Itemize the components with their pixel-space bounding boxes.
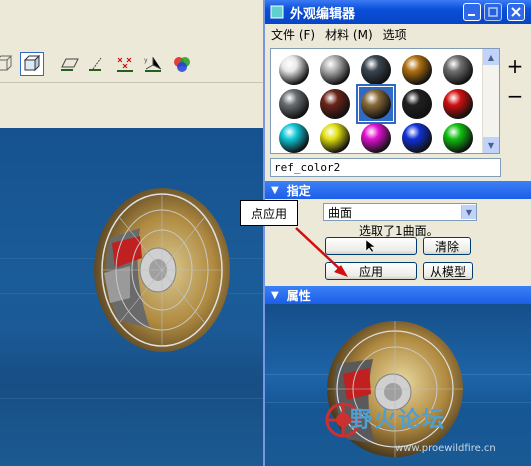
cad-window: y [0,0,263,466]
material-swatch[interactable] [441,87,475,121]
assign-section-header[interactable]: ▼ 指定 [265,181,531,199]
select-arrow-button[interactable] [325,237,417,255]
datum-axis-icon[interactable] [86,52,110,76]
material-swatch[interactable] [400,121,434,155]
material-swatch[interactable] [277,53,311,87]
clear-button[interactable]: 清除 [423,237,471,255]
from-model-button[interactable]: 从模型 [423,262,473,280]
collapse-triangle-icon: ▼ [271,184,279,196]
cursor-arrow-icon [365,239,376,253]
coordinate-system-icon[interactable]: y [142,52,166,76]
material-swatch[interactable] [400,87,434,121]
remove-material-button[interactable]: − [505,84,525,108]
surface-type-select[interactable]: 曲面 ▼ [323,203,477,221]
color-appearance-icon[interactable] [170,52,194,76]
view-toolbar: y [0,48,263,83]
graphics-viewport[interactable] [0,128,263,466]
chevron-down-icon[interactable]: ▼ [461,205,476,219]
shaded-box-icon[interactable] [20,52,44,76]
watermark-url: www.proewildfire.cn [395,443,496,454]
surface-type-value: 曲面 [328,205,353,220]
callout-text: 点应用 [250,206,287,221]
appearance-editor-window: 外观编辑器 文件 (F) 材料 (M) 选项 ▲ ▼ + − ref_color… [263,0,531,466]
material-name-field[interactable]: ref_color2 [270,158,501,177]
wireframe-box-icon[interactable] [0,52,16,76]
material-swatch[interactable] [441,121,475,155]
apply-button[interactable]: 应用 [325,262,417,280]
svg-text:y: y [144,57,148,64]
scroll-down-icon[interactable]: ▼ [483,137,499,153]
callout-note: 点应用 [240,200,298,226]
material-swatch[interactable] [359,121,393,155]
swatch-scrollbar[interactable]: ▲ ▼ [482,49,499,153]
material-swatch[interactable] [318,121,352,155]
material-swatch-palette: ▲ ▼ [270,48,500,154]
properties-header-label: 属性 [286,288,311,303]
material-swatch[interactable] [277,87,311,121]
app-icon [270,5,284,19]
collapse-triangle-icon: ▼ [271,289,279,301]
scroll-up-icon[interactable]: ▲ [483,49,499,65]
menu-options[interactable]: 选项 [383,26,407,43]
datum-plane-icon[interactable] [58,52,82,76]
watermark-text: 野火论坛 [350,408,447,433]
material-swatch[interactable] [441,53,475,87]
fan-model-preview[interactable] [0,128,263,466]
material-preview-viewport [265,304,531,466]
add-material-button[interactable]: + [505,54,525,78]
close-icon[interactable] [507,3,525,21]
menu-bar: 文件 (F) 材料 (M) 选项 [265,24,531,44]
datum-point-icon[interactable] [114,52,138,76]
material-swatch[interactable] [400,53,434,87]
window-title: 外观编辑器 [290,6,356,22]
title-bar[interactable]: 外观编辑器 [265,0,531,24]
material-preview-sphere [265,304,531,466]
maximize-icon[interactable] [484,3,502,21]
menu-material[interactable]: 材料 (M) [325,26,373,43]
properties-section-header[interactable]: ▼ 属性 [265,286,531,304]
minimize-icon[interactable] [463,3,481,21]
material-swatch[interactable] [318,53,352,87]
menu-file[interactable]: 文件 (F) [271,26,315,43]
material-swatch[interactable] [277,121,311,155]
material-swatch[interactable] [318,87,352,121]
material-swatch[interactable] [359,53,393,87]
assign-header-label: 指定 [286,183,311,198]
material-swatch[interactable] [356,84,396,124]
